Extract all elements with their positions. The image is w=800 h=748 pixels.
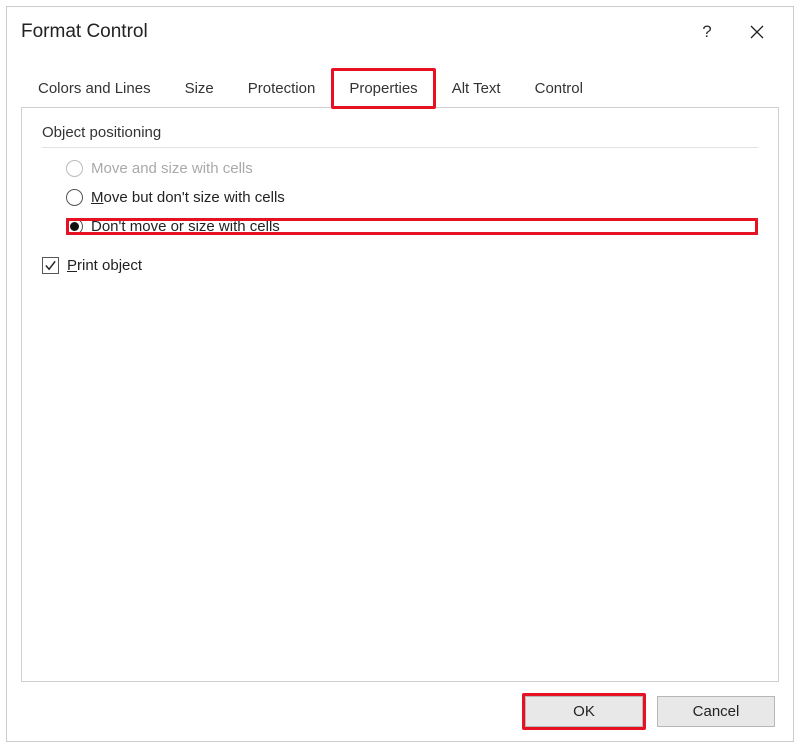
radio-move-but-dont-size[interactable]: Move but don't size with cells bbox=[66, 189, 758, 206]
tab-size[interactable]: Size bbox=[168, 69, 231, 108]
radio-move-and-size: Move and size with cells bbox=[66, 160, 758, 177]
tab-colors-and-lines[interactable]: Colors and Lines bbox=[21, 69, 168, 108]
tab-control[interactable]: Control bbox=[518, 69, 600, 108]
close-button[interactable] bbox=[735, 17, 779, 47]
section-title-object-positioning: Object positioning bbox=[42, 124, 758, 141]
radio-icon bbox=[66, 189, 83, 206]
tab-properties[interactable]: Properties bbox=[332, 69, 434, 108]
object-positioning-group: Move and size with cells Move but don't … bbox=[66, 160, 758, 235]
radio-label: Move and size with cells bbox=[91, 160, 253, 177]
format-control-dialog: Format Control ? Colors and Lines Size P… bbox=[6, 6, 794, 742]
checkmark-icon bbox=[44, 259, 57, 272]
button-bar: OK Cancel bbox=[7, 682, 793, 741]
checkbox-label: Print object bbox=[67, 257, 142, 274]
help-button[interactable]: ? bbox=[685, 17, 729, 47]
section-divider bbox=[42, 147, 758, 148]
checkbox-print-object[interactable]: Print object bbox=[42, 257, 758, 274]
cancel-button[interactable]: Cancel bbox=[657, 696, 775, 727]
tab-alt-text[interactable]: Alt Text bbox=[435, 69, 518, 108]
titlebar: Format Control ? bbox=[7, 7, 793, 57]
close-icon bbox=[750, 25, 764, 39]
radio-label: Don't move or size with cells bbox=[91, 218, 280, 235]
radio-icon bbox=[66, 160, 83, 177]
properties-panel: Object positioning Move and size with ce… bbox=[21, 108, 779, 682]
ok-button[interactable]: OK bbox=[525, 696, 643, 727]
tabs-bar: Colors and Lines Size Protection Propert… bbox=[21, 69, 779, 108]
checkbox-icon bbox=[42, 257, 59, 274]
dialog-title: Format Control bbox=[21, 21, 685, 43]
radio-label: Move but don't size with cells bbox=[91, 189, 285, 206]
tab-protection[interactable]: Protection bbox=[231, 69, 333, 108]
radio-dont-move-or-size[interactable]: Don't move or size with cells bbox=[66, 218, 758, 235]
radio-icon bbox=[66, 218, 83, 235]
